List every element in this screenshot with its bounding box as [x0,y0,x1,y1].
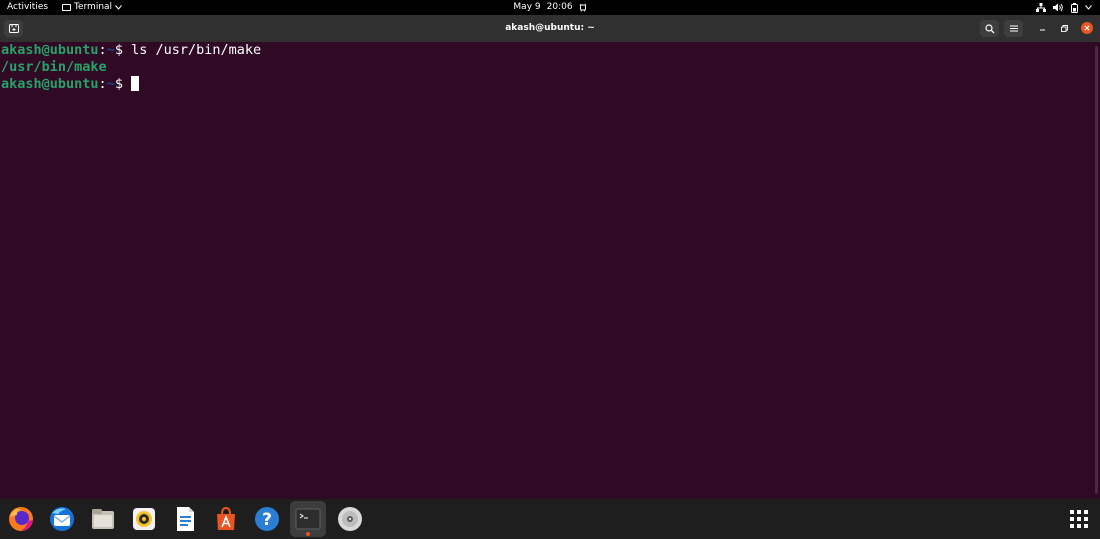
time-label: 20:06 [546,2,573,12]
menu-button[interactable] [1004,20,1023,37]
rhythmbox-icon [133,508,155,530]
dock: ? [0,499,1100,539]
files-icon [92,509,114,529]
command-text: ls /usr/bin/make [131,42,262,58]
show-applications-button[interactable] [1061,501,1097,537]
close-icon [1084,25,1090,31]
alarm-icon [579,3,586,12]
battery-icon [1071,2,1078,13]
search-icon [984,23,994,33]
system-status-menu[interactable] [1036,0,1092,15]
dock-item-dvd-drive[interactable] [332,501,368,537]
terminal-header-bar: akash@ubuntu: ~ [0,15,1100,42]
dock-item-ubuntu-software[interactable] [208,501,244,537]
terminal-icon [295,508,321,530]
svg-text:?: ? [262,510,272,530]
terminal-line-prompt: akash@ubuntu:~$ [1,76,140,93]
dock-item-files[interactable] [85,501,121,537]
dock-item-firefox[interactable] [3,501,39,537]
network-icon [1036,3,1046,12]
terminal-line-command: akash@ubuntu:~$ ls /usr/bin/make [1,42,261,59]
dock-item-rhythmbox[interactable] [126,501,162,537]
minimize-button[interactable] [1035,21,1049,35]
scrollbar[interactable] [1095,46,1098,494]
firefox-icon [9,507,33,531]
prompt-symbol: $ [114,76,132,92]
dock-item-writer[interactable] [167,501,203,537]
help-icon: ? [255,507,279,531]
prompt-colon: : [98,76,107,92]
date-label: May 9 [513,2,541,12]
minimize-icon [1039,29,1045,30]
command-output: /usr/bin/make [1,59,107,75]
window-title: akash@ubuntu: ~ [505,23,595,33]
dock-item-thunderbird[interactable] [44,501,80,537]
dvd-drive-icon [338,507,362,531]
prompt-path: ~ [106,76,115,92]
terminal-output-area[interactable]: akash@ubuntu:~$ ls /usr/bin/make /usr/bi… [0,42,1100,499]
libreoffice-writer-icon [177,507,194,531]
restore-icon [1060,24,1068,32]
ubuntu-software-icon [217,506,235,530]
running-indicator [306,532,310,536]
prompt-colon: : [98,42,107,58]
prompt-symbol: $ [114,42,132,58]
text-cursor [131,76,140,91]
show-applications-icon [1070,510,1088,528]
prompt-user-host: akash@ubuntu [1,42,99,58]
clock-area: May 9 20:06 [0,0,1100,15]
prompt-path: ~ [106,42,115,58]
thunderbird-icon [50,507,74,531]
dock-item-terminal[interactable] [290,501,326,537]
clock-button[interactable]: May 9 20:06 [513,0,586,15]
volume-icon [1053,3,1063,12]
top-bar: Activities Terminal May 9 20:06 [0,0,1100,15]
dock-item-help[interactable]: ? [249,501,285,537]
close-button[interactable] [1081,22,1093,34]
chevron-down-icon [1085,5,1092,10]
prompt-user-host: akash@ubuntu [1,76,99,92]
search-button[interactable] [980,20,999,37]
terminal-line-output: /usr/bin/make [1,59,107,76]
restore-button[interactable] [1057,21,1071,35]
hamburger-menu-icon [1009,25,1018,32]
